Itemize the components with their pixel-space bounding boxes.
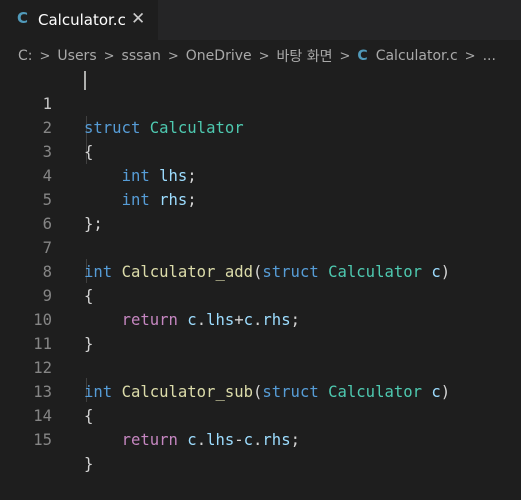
code-line[interactable]: 13 { bbox=[0, 356, 521, 425]
tab-bar: C Calculator.c ✕ bbox=[0, 0, 521, 40]
line-number: 15 bbox=[33, 431, 52, 449]
code-line[interactable]: 9 return c.lhs+c.rhs; bbox=[0, 260, 521, 329]
code-line[interactable]: 8 { bbox=[0, 236, 521, 305]
breadcrumb-item-desktop[interactable]: 바탕 화면 bbox=[277, 46, 333, 66]
breadcrumb-item-sssan[interactable]: sssan bbox=[122, 48, 161, 64]
breadcrumb-item-file[interactable]: Calculator.c bbox=[376, 48, 458, 64]
breadcrumb-item-users[interactable]: Users bbox=[57, 48, 96, 64]
close-icon[interactable]: ✕ bbox=[131, 9, 145, 29]
code-line[interactable]: 15 } bbox=[0, 404, 521, 473]
chevron-right-icon: > bbox=[339, 48, 351, 64]
code-line[interactable]: 4 int rhs; bbox=[0, 140, 521, 209]
tab-label: Calculator.c bbox=[38, 11, 126, 29]
chevron-right-icon: > bbox=[464, 48, 476, 64]
chevron-right-icon: > bbox=[103, 48, 115, 64]
code-editor[interactable]: 1 struct Calculator 2 { 3 int lhs; 4 int… bbox=[0, 68, 521, 473]
breadcrumb-item-onedrive[interactable]: OneDrive bbox=[186, 48, 252, 64]
chevron-right-icon: > bbox=[258, 48, 270, 64]
code-line[interactable]: 7 int Calculator_add(struct Calculator c… bbox=[0, 212, 521, 281]
chevron-right-icon: > bbox=[167, 48, 179, 64]
code-line[interactable]: 2 { bbox=[0, 92, 521, 161]
code-line[interactable]: 12 int Calculator_sub(struct Calculator … bbox=[0, 332, 521, 401]
chevron-right-icon: > bbox=[39, 48, 51, 64]
breadcrumb-item-symbols[interactable]: ... bbox=[483, 48, 496, 64]
tab-calculator-c[interactable]: C Calculator.c ✕ bbox=[0, 0, 158, 40]
c-file-icon: C bbox=[357, 48, 368, 64]
code-text: return c.lhs-c.rhs; bbox=[121, 431, 300, 449]
text-cursor bbox=[84, 71, 86, 90]
breadcrumb-item-drive[interactable]: C: bbox=[18, 48, 33, 64]
code-line[interactable]: 5 }; bbox=[0, 164, 521, 233]
c-file-icon: C bbox=[17, 9, 29, 27]
code-line[interactable]: 11 bbox=[0, 308, 521, 353]
code-line[interactable]: 10 } bbox=[0, 284, 521, 353]
code-line[interactable]: 14 return c.lhs-c.rhs; bbox=[0, 380, 521, 449]
code-text: } bbox=[84, 455, 94, 473]
code-line[interactable]: 1 struct Calculator bbox=[0, 68, 521, 137]
code-line[interactable]: 6 bbox=[0, 188, 521, 233]
code-line[interactable]: 3 int lhs; bbox=[0, 116, 521, 185]
